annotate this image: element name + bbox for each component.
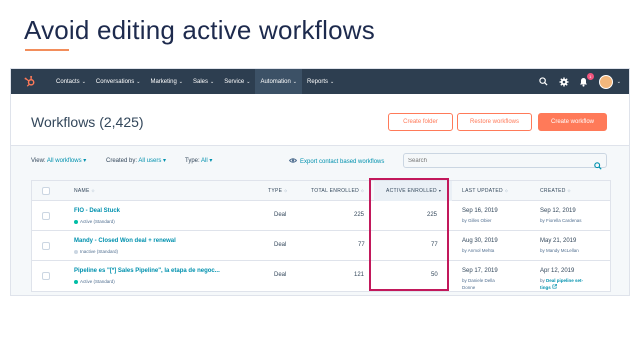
active-status-dot [74, 279, 78, 284]
gear-icon[interactable] [559, 77, 569, 87]
sort-descending-icon: ▾ [438, 188, 442, 193]
type-cell: Deal [274, 272, 287, 278]
export-contact-workflows-link[interactable]: Export contact based workflows [288, 157, 384, 166]
last-updated-date: Aug 30, 2019 [462, 238, 498, 244]
active-enrolled-cell: 50 [431, 272, 438, 278]
type-cell: Deal [274, 242, 287, 248]
chevron-down-icon: ⌄ [330, 78, 335, 85]
row-checkbox[interactable] [42, 212, 50, 220]
table-header-row: NAME ⬦ TYPE ⬦ TOTAL ENROLLED ⬦ ACTIVE ENROL… [32, 181, 610, 201]
workflow-status: Inactive (Standard) [74, 249, 118, 254]
create-folder-button[interactable]: Create folder [388, 113, 453, 131]
type-filter[interactable]: Type: All ▾ [185, 157, 212, 164]
nav-item-reports[interactable]: Reports ⌄ [302, 69, 339, 94]
active-status-dot [74, 219, 78, 224]
last-updated-by: by Anmol Mehta [462, 248, 495, 253]
column-header-total-enrolled[interactable]: TOTAL ENROLLED ⬦ [311, 188, 364, 194]
nav-menu: Contacts ⌄ Conversations ⌄ Marketing ⌄ Sale… [51, 69, 339, 94]
created-by-filter[interactable]: Created by: All users ▾ [106, 157, 166, 164]
workflows-table: NAME ⬦ TYPE ⬦ TOTAL ENROLLED ⬦ ACTIVE ENROL… [31, 180, 611, 292]
search-icon[interactable] [594, 157, 602, 170]
nav-item-contacts[interactable]: Contacts ⌄ [51, 69, 91, 94]
workflow-name-link[interactable]: Mandy - Closed Won deal + renewal [74, 238, 176, 244]
chevron-down-icon: ⌄ [292, 78, 297, 85]
type-cell: Deal [274, 212, 287, 218]
column-header-last-updated[interactable]: LAST UPDATED ⬦ [462, 188, 508, 194]
workflow-status: Active (Standard) [74, 219, 115, 224]
active-enrolled-cell: 225 [427, 212, 438, 218]
view-filter[interactable]: View: All workflows ▾ [31, 157, 86, 164]
hubspot-app-window: Contacts ⌄ Conversations ⌄ Marketing ⌄ Sale… [10, 68, 630, 296]
last-updated-date: Sep 16, 2019 [462, 208, 498, 214]
chevron-down-icon: ⌄ [81, 78, 86, 85]
hubspot-logo-icon[interactable] [21, 74, 37, 90]
deal-pipeline-settings-link[interactable]: Deal pipeline set- [546, 278, 583, 283]
sort-icon: ⬦ [567, 188, 571, 193]
slide-title: Avoid editing active workflows [24, 15, 375, 45]
workflow-name-link[interactable]: Pipeline es "[*] Sales Pipeline", la eta… [74, 268, 220, 274]
export-icon [288, 157, 298, 166]
total-enrolled-cell: 121 [354, 272, 365, 278]
column-header-type[interactable]: TYPE ⬦ [268, 188, 287, 194]
total-enrolled-cell: 225 [354, 212, 365, 218]
nav-item-sales[interactable]: Sales ⌄ [188, 69, 219, 94]
page-header: Workflows (2,425) Create folder Restore … [11, 94, 629, 146]
total-enrolled-cell: 77 [358, 242, 365, 248]
restore-workflows-button[interactable]: Restore workflows [457, 113, 532, 131]
created-date: Sep 12, 2019 [540, 208, 576, 214]
chevron-down-icon: ⌄ [246, 78, 251, 85]
sort-icon: ⬦ [504, 188, 509, 193]
chevron-down-icon[interactable]: ⌄ [617, 79, 621, 85]
chevron-down-icon: ⌄ [210, 78, 215, 85]
created-by: by Fiorella Cardenas [540, 218, 582, 223]
search-icon[interactable] [539, 77, 549, 87]
nav-right-tools: 1 ⌄ [539, 69, 621, 94]
chevron-down-icon: ⌄ [178, 78, 183, 85]
deal-pipeline-settings-link-cont[interactable]: tings [540, 285, 551, 290]
nav-item-automation[interactable]: Automation ⌄ [255, 69, 302, 94]
created-by: by Mandy McLellan [540, 248, 579, 253]
created-date: Apr 12, 2019 [540, 268, 575, 274]
inactive-status-dot [74, 249, 78, 254]
page-title: Workflows (2,425) [31, 114, 144, 130]
last-updated-date: Sep 17, 2019 [462, 268, 498, 274]
notification-badge: 1 [586, 72, 594, 80]
search-input[interactable] [408, 156, 588, 166]
external-link-icon[interactable] [552, 284, 557, 290]
created-by: by Deal pipeline set-tings [540, 278, 584, 290]
row-checkbox[interactable] [42, 272, 50, 280]
table-row: Mandy - Closed Won deal + renewal Inacti… [32, 231, 610, 261]
table-row: Pipeline es "[*] Sales Pipeline", la eta… [32, 261, 610, 291]
select-all-checkbox[interactable] [42, 187, 50, 195]
title-underline [25, 49, 69, 51]
user-avatar[interactable] [598, 74, 613, 89]
workflow-status: Active (Standard) [74, 279, 115, 284]
last-updated-by: by Daniele Della Donne [462, 278, 495, 290]
column-header-active-enrolled[interactable]: ACTIVE ENROLLED ▾ [386, 188, 441, 194]
column-header-name[interactable]: NAME ⬦ [74, 188, 95, 194]
created-date: May 21, 2019 [540, 238, 577, 244]
chevron-down-icon: ⌄ [136, 78, 141, 85]
nav-item-service[interactable]: Service ⌄ [219, 69, 255, 94]
column-header-created[interactable]: CREATED ⬦ [540, 188, 571, 194]
create-workflow-button[interactable]: Create workflow [538, 113, 607, 131]
filter-bar: View: All workflows ▾ Created by: All us… [11, 147, 629, 177]
active-enrolled-cell: 77 [431, 242, 438, 248]
search-box[interactable] [403, 153, 607, 170]
table-row: FIO - Deal Stuck Active (Standard) Deal … [32, 201, 610, 231]
top-navigation-bar: Contacts ⌄ Conversations ⌄ Marketing ⌄ Sale… [11, 69, 629, 94]
notifications-bell-icon[interactable]: 1 [579, 72, 594, 87]
sort-icon: ⬦ [284, 188, 288, 193]
workflow-name-link[interactable]: FIO - Deal Stuck [74, 208, 120, 214]
sort-icon: ⬦ [361, 188, 365, 193]
nav-item-marketing[interactable]: Marketing ⌄ [145, 69, 188, 94]
nav-item-conversations[interactable]: Conversations ⌄ [91, 69, 146, 94]
sort-icon: ⬦ [91, 188, 95, 193]
last-updated-by: by Gilles Obier [462, 218, 492, 223]
row-checkbox[interactable] [42, 242, 50, 250]
